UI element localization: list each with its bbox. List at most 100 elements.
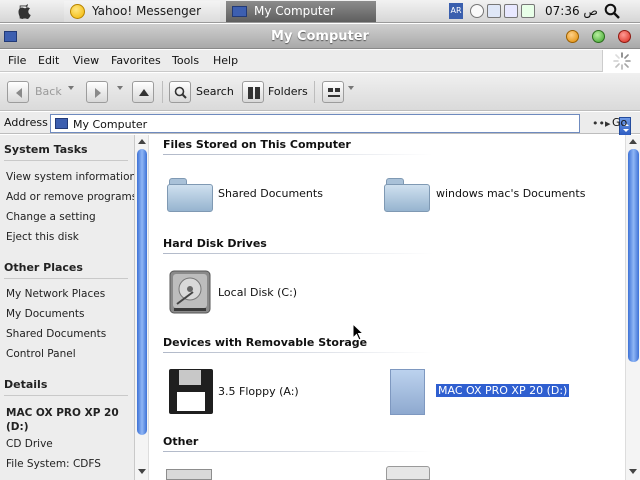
views-icon	[328, 88, 340, 97]
window-title: My Computer	[271, 29, 369, 44]
group-divider	[163, 451, 433, 452]
folders-button[interactable]	[242, 81, 264, 103]
shared-documents-folder-icon[interactable]	[167, 178, 213, 212]
back-button[interactable]	[7, 81, 29, 103]
yahoo-messenger-icon	[70, 4, 85, 19]
details-item-name: MAC OX PRO XP 20 (D:)	[6, 407, 119, 433]
link-view-system-information[interactable]: View system information	[6, 171, 134, 183]
volume-icon[interactable]	[521, 4, 535, 18]
group-divider	[163, 352, 433, 353]
clock[interactable]: 07:36 ص	[545, 0, 598, 23]
up-arrow-icon	[139, 89, 149, 96]
menu-bar: File Edit View Favorites Tools Help	[0, 50, 640, 72]
pane-divider	[4, 160, 128, 161]
menu-favorites[interactable]: Favorites	[111, 54, 161, 67]
link-eject-disk[interactable]: Eject this disk	[6, 231, 79, 243]
floppy-label	[177, 392, 205, 411]
zoom-button[interactable]	[592, 30, 605, 43]
address-value[interactable]: My Computer	[73, 118, 147, 131]
spotlight-search-icon[interactable]	[604, 3, 620, 19]
taskbar-item-yahoo-messenger[interactable]: Yahoo! Messenger	[64, 1, 220, 22]
search-icon	[174, 86, 187, 99]
back-dropdown-icon[interactable]	[68, 86, 74, 90]
views-button[interactable]	[322, 81, 344, 103]
network-icon[interactable]	[504, 4, 518, 18]
window-titlebar[interactable]: My Computer	[0, 24, 640, 49]
item-local-disk-c[interactable]: Local Disk (C:)	[218, 286, 297, 299]
scrollbar-thumb[interactable]	[628, 149, 639, 362]
scrollbar-thumb[interactable]	[137, 149, 147, 435]
throbber-icon	[613, 52, 631, 70]
other-window-icon[interactable]	[386, 466, 430, 480]
activity-throbber	[602, 50, 640, 72]
link-change-setting[interactable]: Change a setting	[6, 211, 96, 223]
cd-drive-icon[interactable]	[390, 369, 425, 415]
scroll-up-icon[interactable]	[629, 139, 637, 144]
minimize-button[interactable]	[566, 30, 579, 43]
menu-tools[interactable]: Tools	[172, 54, 199, 67]
views-dropdown-icon[interactable]	[348, 86, 354, 90]
back-label: Back	[35, 85, 62, 98]
forward-dropdown-icon[interactable]	[117, 86, 123, 90]
menu-edit[interactable]: Edit	[38, 54, 59, 67]
link-my-network-places[interactable]: My Network Places	[6, 288, 105, 300]
menu-view[interactable]: View	[73, 54, 99, 67]
scroll-down-icon[interactable]	[138, 469, 146, 474]
group-divider	[163, 253, 433, 254]
taskbar:  Yahoo! Messenger My Computer AR 07:36 …	[0, 0, 640, 23]
go-button[interactable]: Go	[612, 116, 627, 129]
toolbar-separator	[162, 81, 163, 103]
mouse-pointer-icon	[352, 323, 364, 341]
system-tasks-heading[interactable]: System Tasks	[4, 143, 88, 156]
tray-status-icon[interactable]	[470, 4, 484, 18]
my-computer-icon	[55, 118, 68, 129]
tray-keyboard-icon[interactable]	[487, 4, 501, 18]
folders-label[interactable]: Folders	[268, 85, 308, 98]
scroll-down-icon[interactable]	[629, 469, 637, 474]
up-button[interactable]	[132, 81, 154, 103]
item-cd-drive-d[interactable]: MAC OX PRO XP 20 (D:)	[434, 383, 571, 398]
hard-drive-icon[interactable]	[169, 269, 211, 315]
taskbar-item-my-computer[interactable]: My Computer	[226, 1, 376, 22]
item-shared-documents[interactable]: Shared Documents	[218, 187, 323, 200]
folders-icon	[248, 87, 260, 99]
group-other: Other	[163, 435, 199, 448]
forward-arrow-icon	[95, 88, 101, 98]
item-user-documents[interactable]: windows mac's Documents	[436, 187, 585, 200]
link-add-remove-programs[interactable]: Add or remove programs	[6, 191, 134, 203]
search-button[interactable]	[169, 81, 191, 103]
link-shared-documents[interactable]: Shared Documents	[6, 328, 106, 340]
menu-help[interactable]: Help	[213, 54, 238, 67]
language-indicator[interactable]: AR	[449, 3, 463, 19]
group-hard-disk-drives: Hard Disk Drives	[163, 237, 267, 250]
close-button[interactable]	[618, 30, 631, 43]
link-control-panel[interactable]: Control Panel	[6, 348, 76, 360]
task-pane-scrollbar[interactable]	[135, 135, 149, 480]
floppy-disk-icon[interactable]	[169, 369, 213, 414]
group-divider	[163, 154, 433, 155]
back-arrow-icon	[16, 88, 22, 98]
link-my-documents[interactable]: My Documents	[6, 308, 84, 320]
standard-toolbar: Back Search Folders	[0, 73, 640, 111]
details-file-system: File System: CDFS	[6, 458, 101, 470]
forward-button[interactable]	[86, 81, 108, 103]
details-heading[interactable]: Details	[4, 378, 47, 391]
search-label[interactable]: Search	[196, 85, 234, 98]
other-device-icon[interactable]	[166, 469, 212, 480]
content-pane: Files Stored on This Computer Shared Doc…	[150, 135, 625, 480]
menu-file[interactable]: File	[8, 54, 26, 67]
apple-menu-icon[interactable]	[17, 3, 33, 20]
folder-body	[167, 184, 213, 212]
content-scrollbar[interactable]	[625, 135, 640, 480]
folder-body	[384, 184, 430, 212]
taskbar-item-label: Yahoo! Messenger	[92, 4, 202, 18]
scroll-up-icon[interactable]	[138, 139, 146, 144]
other-places-heading[interactable]: Other Places	[4, 261, 83, 274]
group-files-stored: Files Stored on This Computer	[163, 138, 351, 151]
floppy-shutter	[179, 370, 201, 385]
item-floppy-a[interactable]: 3.5 Floppy (A:)	[218, 385, 299, 398]
user-documents-folder-icon[interactable]	[384, 178, 430, 212]
address-input[interactable]: My Computer	[50, 114, 631, 136]
address-bar: Address My Computer ••▸ Go	[0, 112, 640, 136]
go-arrow-icon[interactable]: ••▸	[592, 117, 611, 130]
